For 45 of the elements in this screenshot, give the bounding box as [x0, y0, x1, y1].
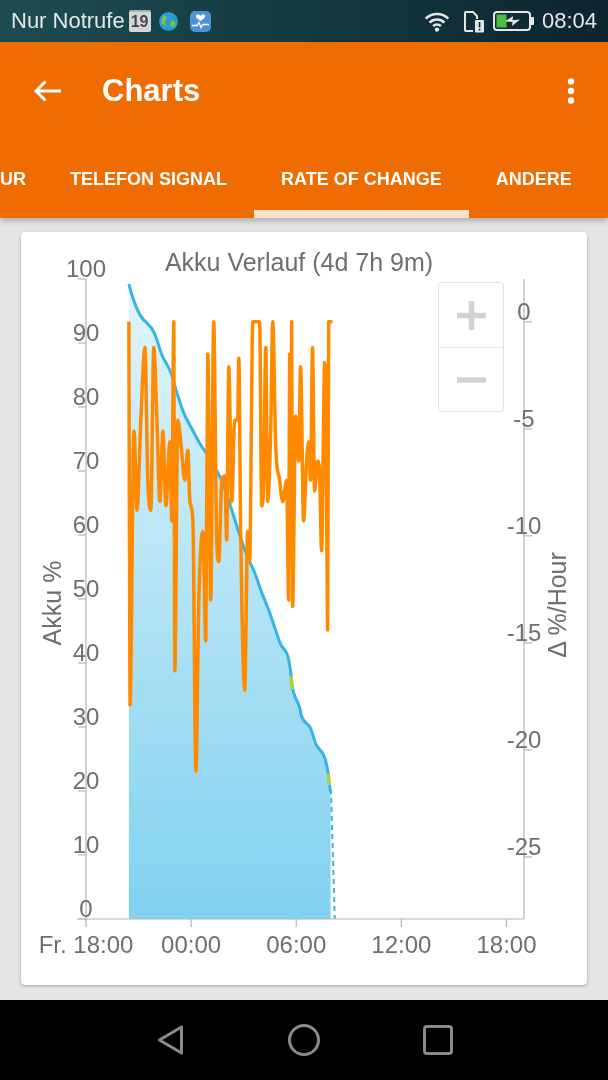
plus-icon — [456, 300, 486, 330]
minus-icon — [456, 376, 486, 383]
recents-icon[interactable] — [423, 1025, 453, 1055]
secondary-y-tick-label: -25 — [506, 832, 542, 860]
heart-pulse-icon — [189, 10, 211, 32]
home-icon[interactable] — [288, 1024, 320, 1056]
wifi-icon — [423, 10, 450, 32]
carrier-text: Nur Notrufe — [11, 10, 125, 32]
y-tick-label: 70 — [72, 447, 100, 474]
y-tick-label: 50 — [72, 575, 100, 602]
battery-charging-icon — [492, 11, 535, 31]
y-tick-label: 40 — [72, 639, 100, 666]
y-tick-label: 20 — [72, 767, 100, 794]
y-tick-label: 10 — [72, 831, 100, 858]
x-tick-label: 18:00 — [476, 931, 537, 958]
x-tick-label: 00:00 — [161, 931, 222, 958]
secondary-y-tick-label: -5 — [513, 404, 535, 432]
x-tick-label: 12:00 — [371, 931, 432, 958]
secondary-y-tick-label: 0 — [517, 297, 531, 325]
x-tick-label: 06:00 — [266, 931, 327, 958]
globe-icon — [158, 11, 178, 31]
y-axis-title: Akku % — [38, 560, 66, 646]
tab[interactable]: TELEFON SIGNAL — [43, 140, 254, 218]
tab[interactable]: ANDERE — [468, 140, 599, 218]
secondary-y-tick-label: -10 — [506, 511, 542, 539]
secondary-y-axis-title: Δ %/Hour — [543, 552, 571, 658]
secondary-y-tick-label: -20 — [506, 725, 542, 753]
y-tick-label: 90 — [72, 319, 100, 346]
calendar-day-tile: 19 — [128, 10, 151, 32]
y-tick-label: 60 — [72, 511, 100, 538]
back-icon[interactable] — [156, 1025, 184, 1055]
secondary-y-tick-label: -15 — [506, 618, 542, 646]
y-tick-label: 100 — [66, 255, 106, 282]
y-tick-label: 30 — [72, 703, 100, 730]
overflow-menu-icon[interactable] — [567, 78, 575, 104]
clock-time: 08:04 — [541, 10, 597, 32]
app-title: Charts — [102, 73, 201, 109]
sim-alert-icon — [462, 9, 485, 33]
y-tick-label: 0 — [79, 895, 93, 922]
chart-title: Akku Verlauf (4d 7h 9m) — [164, 248, 434, 276]
x-tick-label: Fr. 18:00 — [38, 931, 134, 958]
back-arrow-icon[interactable] — [33, 78, 62, 104]
y-tick-label: 80 — [72, 383, 100, 410]
tab[interactable]: RATE OF CHANGE — [254, 140, 469, 218]
tab[interactable]: UR — [0, 140, 43, 218]
